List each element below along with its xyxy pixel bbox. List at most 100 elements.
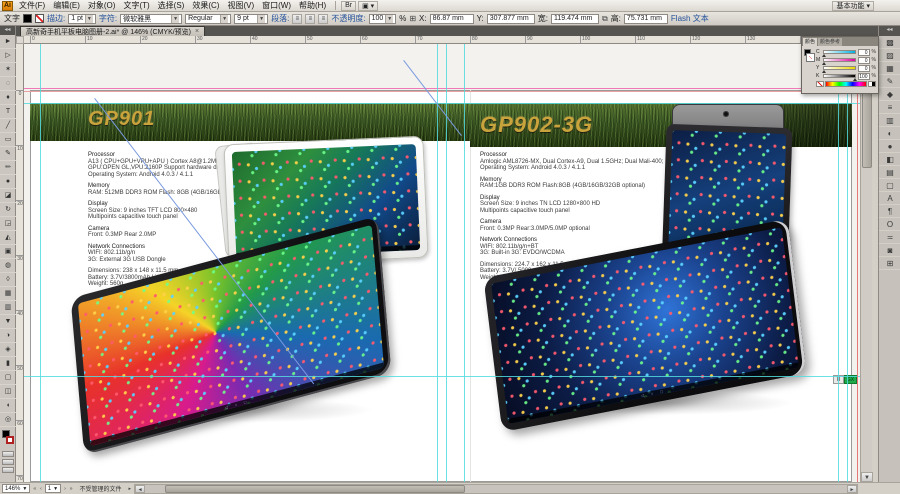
close-icon[interactable]: ×	[195, 28, 199, 35]
last-artboard-button[interactable]: »	[69, 486, 74, 492]
line-segment-tool[interactable]: ╱	[0, 119, 16, 133]
fill-color-swatch[interactable]	[23, 14, 32, 23]
slider-knob[interactable]	[822, 54, 826, 57]
screen-mode-button[interactable]	[2, 467, 14, 473]
menu-item-1[interactable]: 编辑(E)	[49, 1, 84, 10]
gradient-tool[interactable]: ▥	[0, 301, 16, 315]
artboard-tool[interactable]: ▢	[0, 371, 16, 385]
hand-tool[interactable]: ◖	[0, 399, 16, 413]
opentype-panel-icon[interactable]: O	[879, 218, 900, 231]
channel-value[interactable]: 0	[858, 65, 870, 72]
fill-stroke-proxy[interactable]	[0, 429, 15, 449]
appearance-panel-icon[interactable]: ●	[879, 140, 900, 153]
type-tool[interactable]: T	[0, 105, 16, 119]
x-field[interactable]: 86.87 mm	[430, 14, 474, 24]
stroke-proxy-swatch[interactable]	[807, 54, 814, 61]
channel-slider[interactable]	[823, 58, 856, 62]
width-field[interactable]: 119.474 mm	[551, 14, 599, 24]
color-guide-panel-icon[interactable]: ▨	[879, 49, 900, 62]
channel-value[interactable]: 0	[858, 49, 870, 56]
flash-text-button[interactable]: Flash 文本	[671, 13, 709, 24]
menu-item-2[interactable]: 对象(O)	[84, 1, 120, 10]
perspective-grid-tool[interactable]: ◊	[0, 273, 16, 287]
horizontal-scroll-thumb[interactable]	[165, 485, 465, 493]
artboards-panel-icon[interactable]: ▢	[879, 179, 900, 192]
blob-brush-tool[interactable]: ●	[0, 175, 16, 189]
menu-item-5[interactable]: 效果(C)	[188, 1, 223, 10]
zoom-tool[interactable]: ◎	[0, 413, 16, 427]
workspace-switcher[interactable]: 基本功能 ▾	[832, 1, 874, 11]
tools-panel-collapse-button[interactable]: ◂◂	[0, 26, 15, 35]
link-dimensions-icon[interactable]: ⧉	[602, 14, 608, 24]
font-size-combo[interactable]: 9 pt▼	[234, 14, 268, 24]
first-artboard-button[interactable]: «	[32, 486, 37, 492]
selection-tool[interactable]: ►	[0, 35, 16, 49]
menu-item-8[interactable]: 帮助(H)	[295, 1, 330, 10]
stroke-panel-icon[interactable]: ≡	[879, 101, 900, 114]
reference-point-icon[interactable]: ⊞	[409, 14, 416, 23]
gradient-mode-button[interactable]	[2, 459, 14, 465]
channel-slider[interactable]	[823, 50, 856, 54]
shape-builder-tool[interactable]: ◍	[0, 259, 16, 273]
none-color-swatch[interactable]	[816, 81, 824, 87]
free-transform-tool[interactable]: ▣	[0, 245, 16, 259]
gradient-panel-icon[interactable]: ▥	[879, 114, 900, 127]
previous-artboard-button[interactable]: ‹	[39, 486, 43, 492]
direct-selection-tool[interactable]: ▷	[0, 49, 16, 63]
slider-knob[interactable]	[853, 78, 857, 81]
scroll-down-icon[interactable]: ▼	[861, 472, 873, 482]
arrange-documents-button[interactable]: ▣ ▾	[358, 1, 378, 11]
y-field[interactable]: 307.877 mm	[487, 14, 535, 24]
rotate-tool[interactable]: ↻	[0, 203, 16, 217]
horizontal-ruler[interactable]: 0102030405060708090100110120130140150	[24, 36, 860, 44]
align-center-button[interactable]: ≡	[305, 14, 315, 24]
scroll-left-icon[interactable]: ◄	[135, 485, 145, 493]
ruler-corner[interactable]	[16, 36, 24, 44]
app-logo-icon[interactable]: Ai	[2, 1, 13, 11]
slider-knob[interactable]	[822, 62, 826, 65]
paragraph-panel-icon[interactable]: ¶	[879, 205, 900, 218]
character-panel-icon[interactable]: A	[879, 192, 900, 205]
paragraph-label[interactable]: 段落:	[271, 13, 289, 24]
stroke-color-swatch[interactable]	[35, 14, 44, 23]
graphic-styles-panel-icon[interactable]: ◧	[879, 153, 900, 166]
symbols-panel-icon[interactable]: ◆	[879, 88, 900, 101]
stroke-weight-combo[interactable]: 1 pt▼	[68, 14, 96, 24]
transparency-panel-icon[interactable]: ◐	[879, 127, 900, 140]
menu-item-4[interactable]: 选择(S)	[154, 1, 189, 10]
menu-item-7[interactable]: 窗口(W)	[258, 1, 295, 10]
stroke-proxy-swatch[interactable]	[6, 436, 14, 444]
swatches-panel-icon[interactable]: ▦	[879, 62, 900, 75]
document-tab[interactable]: 高新奇手机平板电脑图册-2.ai* @ 146% (CMYK/预览) ×	[20, 26, 205, 36]
mesh-tool[interactable]: ▦	[0, 287, 16, 301]
menu-item-0[interactable]: 文件(F)	[15, 1, 49, 10]
eraser-tool[interactable]: ◪	[0, 189, 16, 203]
color-panel-icon[interactable]: ▩	[879, 36, 900, 49]
stroke-label[interactable]: 描边:	[47, 13, 65, 24]
tab-color-guide[interactable]: 颜色参考	[818, 38, 842, 46]
slider-knob[interactable]	[822, 70, 826, 73]
channel-slider[interactable]	[823, 66, 856, 70]
vertical-scrollbar[interactable]: ▲ ▼	[860, 36, 872, 482]
align-left-button[interactable]: ≡	[292, 14, 302, 24]
dock-expand-button[interactable]: ◂◂	[879, 26, 900, 36]
pathfinder-panel-icon[interactable]: ◙	[879, 244, 900, 257]
scale-tool[interactable]: ◲	[0, 217, 16, 231]
transform-panel-icon[interactable]: ⊞	[879, 257, 900, 270]
height-field[interactable]: 75.731 mm	[624, 14, 668, 24]
lasso-tool[interactable]: ◌	[0, 77, 16, 91]
vertical-ruler[interactable]: 010203040506070	[16, 44, 24, 482]
model-title-gp901[interactable]: GP901	[88, 108, 155, 131]
eyedropper-tool[interactable]: ▼	[0, 315, 16, 329]
scroll-right-icon[interactable]: ►	[847, 485, 857, 493]
black-white-swatch[interactable]	[868, 81, 876, 87]
bridge-button[interactable]: Br	[341, 1, 356, 11]
rectangle-tool[interactable]: ▭	[0, 133, 16, 147]
slice-tool[interactable]: ◫	[0, 385, 16, 399]
tab-color[interactable]: 颜色	[803, 38, 817, 46]
artboard-number-combo[interactable]: 1▼	[45, 484, 61, 493]
horizontal-scrollbar[interactable]: ◄ ►	[134, 484, 858, 494]
zoom-level-combo[interactable]: 146%▼	[2, 484, 30, 493]
menu-item-6[interactable]: 视图(V)	[223, 1, 258, 10]
brushes-panel-icon[interactable]: ✎	[879, 75, 900, 88]
